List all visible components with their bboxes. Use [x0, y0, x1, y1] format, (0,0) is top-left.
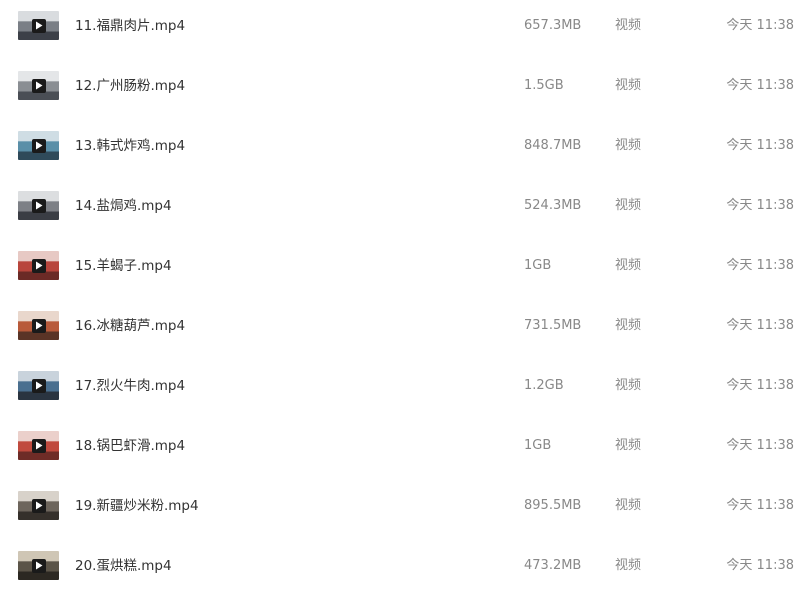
file-row[interactable]: 15.羊蝎子.mp4 1GB 视频 今天 11:38 [0, 240, 806, 300]
file-type: 视频 [615, 258, 642, 273]
file-modified-time: 今天 11:38 [726, 138, 794, 153]
video-thumbnail-icon[interactable] [18, 71, 59, 100]
file-size: 657.3MB [524, 18, 582, 33]
file-row[interactable]: 11.福鼎肉片.mp4 657.3MB 视频 今天 11:38 [0, 0, 806, 60]
file-type: 视频 [615, 438, 642, 453]
file-row[interactable]: 17.烈火牛肉.mp4 1.2GB 视频 今天 11:38 [0, 360, 806, 420]
file-size: 524.3MB [524, 198, 582, 213]
play-icon [31, 558, 46, 573]
file-modified-time: 今天 11:38 [726, 78, 794, 93]
file-name[interactable]: 20.蛋烘糕.mp4 [75, 557, 172, 575]
file-size: 1GB [524, 438, 552, 453]
file-name[interactable]: 16.冰糖葫芦.mp4 [75, 317, 185, 335]
file-size: 731.5MB [524, 318, 582, 333]
file-modified-time: 今天 11:38 [726, 198, 794, 213]
file-type: 视频 [615, 198, 642, 213]
file-type: 视频 [615, 18, 642, 33]
video-thumbnail-icon[interactable] [18, 131, 59, 160]
file-list: 11.福鼎肉片.mp4 657.3MB 视频 今天 11:38 12.广州肠粉.… [0, 0, 806, 600]
file-row[interactable]: 19.新疆炒米粉.mp4 895.5MB 视频 今天 11:38 [0, 480, 806, 540]
file-row[interactable]: 13.韩式炸鸡.mp4 848.7MB 视频 今天 11:38 [0, 120, 806, 180]
file-size: 1.5GB [524, 78, 564, 93]
file-modified-time: 今天 11:38 [726, 318, 794, 333]
file-name[interactable]: 17.烈火牛肉.mp4 [75, 377, 185, 395]
file-type: 视频 [615, 558, 642, 573]
play-icon [31, 498, 46, 513]
play-icon [31, 18, 46, 33]
file-row[interactable]: 12.广州肠粉.mp4 1.5GB 视频 今天 11:38 [0, 60, 806, 120]
play-icon [31, 198, 46, 213]
video-thumbnail-icon[interactable] [18, 251, 59, 280]
file-name[interactable]: 13.韩式炸鸡.mp4 [75, 137, 185, 155]
file-modified-time: 今天 11:38 [726, 18, 794, 33]
play-icon [31, 138, 46, 153]
file-size: 1.2GB [524, 378, 564, 393]
file-modified-time: 今天 11:38 [726, 558, 794, 573]
play-icon [31, 318, 46, 333]
video-thumbnail-icon[interactable] [18, 551, 59, 580]
file-name[interactable]: 11.福鼎肉片.mp4 [75, 17, 185, 35]
file-modified-time: 今天 11:38 [726, 498, 794, 513]
video-thumbnail-icon[interactable] [18, 491, 59, 520]
file-name[interactable]: 19.新疆炒米粉.mp4 [75, 497, 199, 515]
video-thumbnail-icon[interactable] [18, 191, 59, 220]
video-thumbnail-icon[interactable] [18, 431, 59, 460]
file-row[interactable]: 18.锅巴虾滑.mp4 1GB 视频 今天 11:38 [0, 420, 806, 480]
file-size: 848.7MB [524, 138, 582, 153]
file-type: 视频 [615, 378, 642, 393]
play-icon [31, 438, 46, 453]
play-icon [31, 378, 46, 393]
video-thumbnail-icon[interactable] [18, 311, 59, 340]
video-thumbnail-icon[interactable] [18, 11, 59, 40]
file-modified-time: 今天 11:38 [726, 378, 794, 393]
file-modified-time: 今天 11:38 [726, 258, 794, 273]
file-name[interactable]: 18.锅巴虾滑.mp4 [75, 437, 185, 455]
file-type: 视频 [615, 318, 642, 333]
file-type: 视频 [615, 138, 642, 153]
file-size: 473.2MB [524, 558, 582, 573]
file-size: 1GB [524, 258, 552, 273]
play-icon [31, 258, 46, 273]
video-thumbnail-icon[interactable] [18, 371, 59, 400]
file-name[interactable]: 15.羊蝎子.mp4 [75, 257, 172, 275]
file-type: 视频 [615, 498, 642, 513]
file-name[interactable]: 12.广州肠粉.mp4 [75, 77, 185, 95]
file-modified-time: 今天 11:38 [726, 438, 794, 453]
file-name[interactable]: 14.盐焗鸡.mp4 [75, 197, 172, 215]
file-row[interactable]: 16.冰糖葫芦.mp4 731.5MB 视频 今天 11:38 [0, 300, 806, 360]
file-row[interactable]: 14.盐焗鸡.mp4 524.3MB 视频 今天 11:38 [0, 180, 806, 240]
file-type: 视频 [615, 78, 642, 93]
play-icon [31, 78, 46, 93]
file-size: 895.5MB [524, 498, 582, 513]
file-row[interactable]: 20.蛋烘糕.mp4 473.2MB 视频 今天 11:38 [0, 540, 806, 600]
